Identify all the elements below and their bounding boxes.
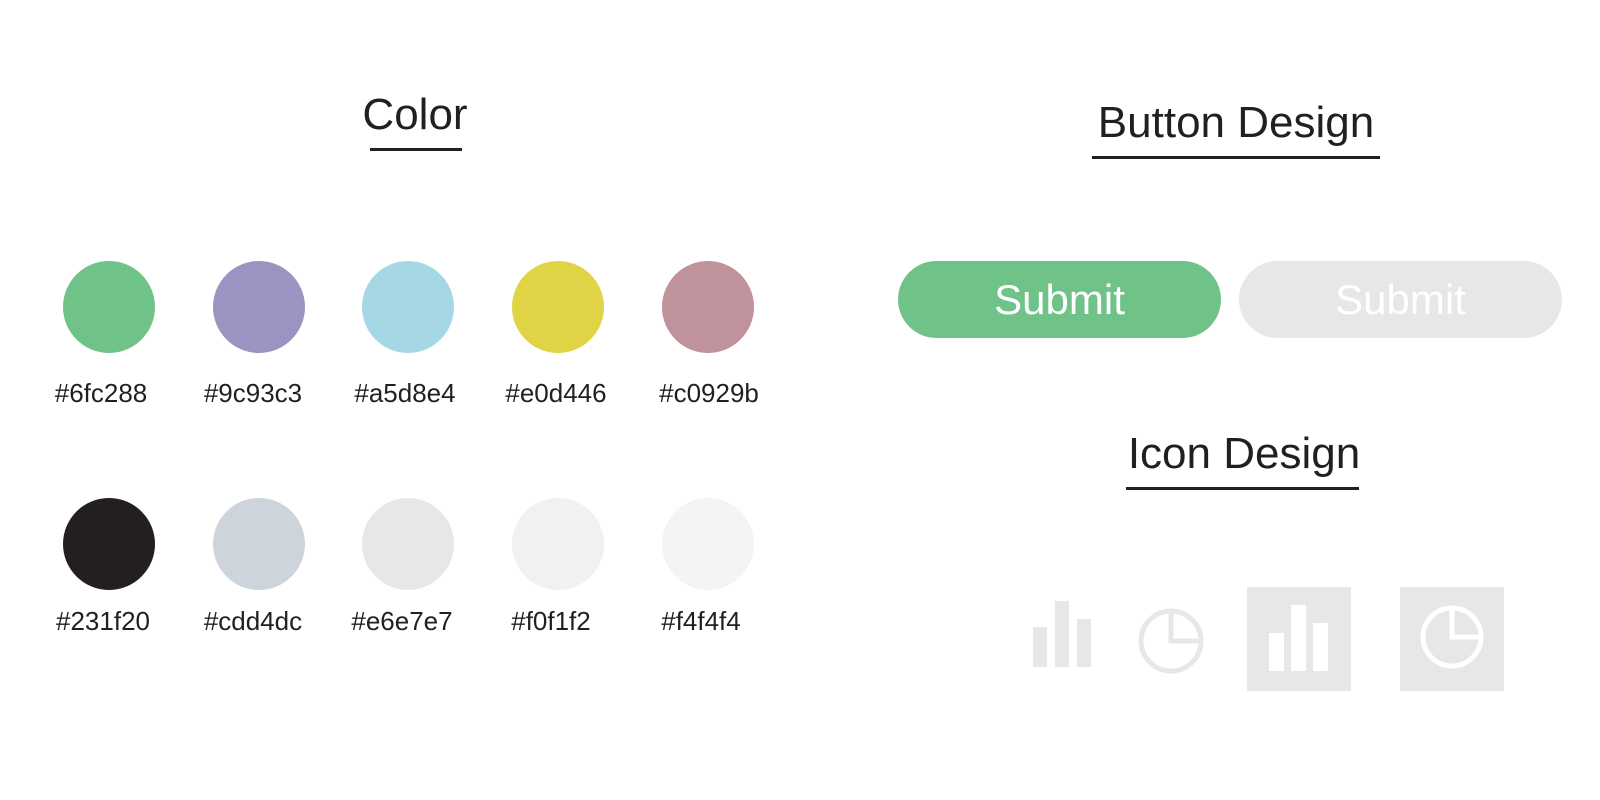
swatch-label-green: #6fc288 — [54, 378, 148, 408]
swatch-label-purple: #9c93c3 — [203, 378, 303, 408]
swatch-label-gray-blue: #cdd4dc — [203, 606, 303, 636]
swatch-green — [63, 261, 155, 353]
swatch-label-lighter-gray: #f0f1f2 — [511, 606, 591, 636]
bar-chart-tile[interactable] — [1247, 587, 1351, 691]
icon-design-title: Icon Design — [1127, 429, 1361, 478]
swatch-yellow — [512, 261, 604, 353]
swatch-label-light-blue: #a5d8e4 — [354, 378, 456, 408]
swatch-black — [63, 498, 155, 590]
color-title: Color — [362, 90, 468, 139]
bar-chart-icon[interactable] — [1030, 597, 1094, 669]
button-design-title-underline — [1092, 156, 1380, 159]
swatch-label-rose: #c0929b — [659, 378, 759, 408]
swatch-label-black: #231f20 — [56, 606, 150, 636]
submit-button[interactable]: Submit — [898, 261, 1221, 338]
swatch-light-gray — [362, 498, 454, 590]
swatch-light-blue — [362, 261, 454, 353]
swatch-purple — [213, 261, 305, 353]
swatch-gray-blue — [213, 498, 305, 590]
icon-design-title-underline — [1126, 487, 1359, 490]
swatch-lighter-gray — [512, 498, 604, 590]
swatch-label-light-gray: #e6e7e7 — [351, 606, 453, 636]
swatch-rose — [662, 261, 754, 353]
pie-chart-tile[interactable] — [1400, 587, 1504, 691]
bar-chart-tile-icon — [1269, 605, 1328, 671]
swatch-lightest-gray — [662, 498, 754, 590]
button-design-title: Button Design — [1097, 98, 1375, 147]
color-title-underline — [370, 148, 462, 151]
pie-chart-icon[interactable] — [1137, 607, 1205, 675]
swatch-label-yellow: #e0d446 — [505, 378, 607, 408]
swatch-label-lightest-gray: #f4f4f4 — [661, 606, 741, 636]
submit-button-disabled[interactable]: Submit — [1239, 261, 1562, 338]
pie-chart-tile-icon — [1420, 605, 1484, 669]
